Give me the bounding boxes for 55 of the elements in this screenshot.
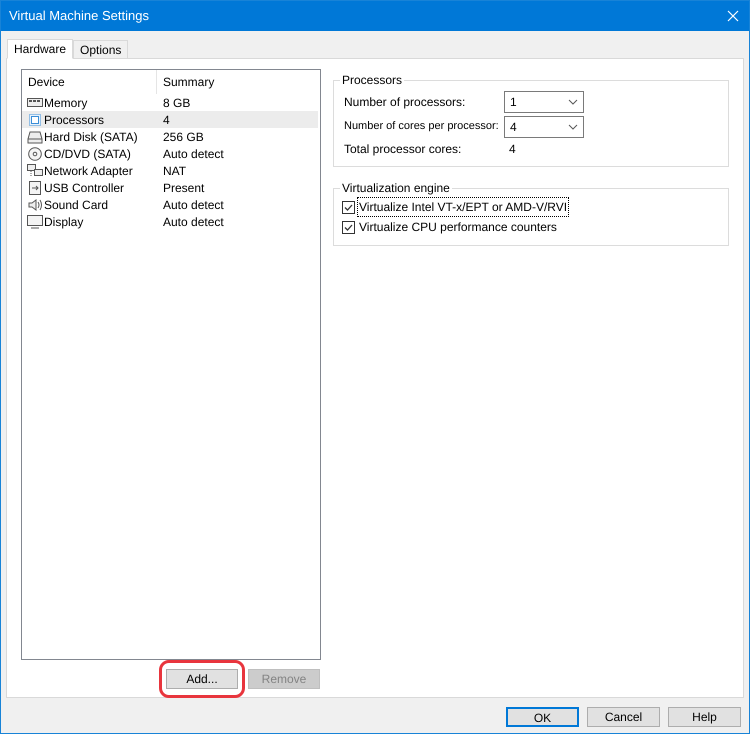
device-name: CD/DVD (SATA) (44, 146, 131, 162)
device-summary: NAT (163, 162, 186, 180)
ok-button[interactable]: OK (506, 707, 579, 727)
device-name: Display (44, 214, 84, 230)
device-summary: Auto detect (163, 214, 224, 230)
device-row[interactable]: Hard Disk (SATA) 256 GB (22, 128, 318, 145)
window-title: Virtual Machine Settings (9, 7, 149, 26)
device-row[interactable]: Network Adapter NAT (22, 162, 318, 179)
device-summary: 8 GB (163, 94, 190, 112)
chip-icon (27, 112, 43, 126)
help-button[interactable]: Help (668, 707, 741, 727)
group-title: Processors (341, 72, 404, 89)
usb-icon (27, 180, 43, 194)
add-button[interactable]: Add... (166, 669, 238, 689)
device-summary: Auto detect (163, 146, 224, 162)
column-header[interactable]: Summary (157, 73, 214, 91)
device-row[interactable]: Display Auto detect (22, 213, 318, 230)
dropdown[interactable]: 4 (504, 116, 584, 138)
chevron-down-icon (568, 98, 578, 104)
device-summary: 4 (163, 112, 170, 128)
cancel-button[interactable]: Cancel (587, 707, 660, 727)
tab[interactable]: Hardware (7, 39, 74, 59)
network-icon (27, 164, 43, 178)
device-summary: 256 GB (163, 128, 204, 146)
device-summary: Present (163, 180, 204, 196)
group-title: Virtualization engine (341, 180, 451, 197)
checkbox[interactable] (342, 220, 355, 234)
device-name: USB Controller (44, 180, 124, 196)
total-cores-value: 4 (509, 141, 516, 158)
close-icon[interactable] (727, 10, 739, 22)
dropdown[interactable]: 1 (504, 90, 584, 112)
disc-icon (27, 146, 43, 160)
device-name: Memory (44, 94, 88, 112)
field-label: Total processor cores: (343, 141, 462, 158)
device-row[interactable]: Processors 4 (22, 111, 318, 128)
field-label: Number of processors: (343, 94, 466, 110)
device-name: Processors (44, 112, 104, 128)
checkbox-label[interactable]: Virtualize Intel VT-x/EPT or AMD-V/RVI (358, 198, 568, 216)
checkbox-label[interactable]: Virtualize CPU performance counters (358, 218, 558, 236)
device-name: Network Adapter (44, 162, 133, 180)
device-row[interactable]: USB Controller Present (22, 179, 318, 196)
device-row[interactable]: CD/DVD (SATA) Auto detect (22, 145, 318, 162)
chevron-down-icon (568, 124, 578, 130)
device-summary: Auto detect (163, 196, 224, 214)
field-label: Number of cores per processor: (343, 119, 500, 134)
checkbox[interactable] (342, 200, 355, 214)
column-header[interactable]: Device (22, 70, 157, 94)
device-row[interactable]: Memory 8 GB (22, 94, 318, 111)
tab[interactable]: Options (73, 40, 128, 58)
device-name: Sound Card (44, 196, 108, 214)
device-name: Hard Disk (SATA) (44, 128, 138, 146)
memory-icon (27, 96, 43, 110)
device-row[interactable]: Sound Card Auto detect (22, 196, 318, 213)
speaker-icon (27, 198, 43, 212)
monitor-icon (27, 214, 43, 228)
